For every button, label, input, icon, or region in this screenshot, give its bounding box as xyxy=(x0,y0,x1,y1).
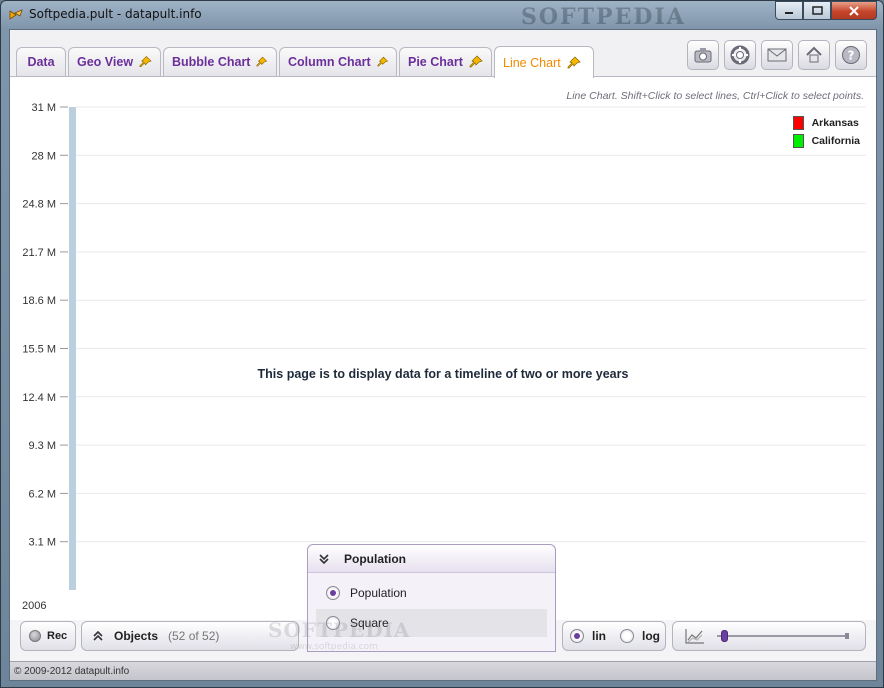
indicator-popup: Population Population Square xyxy=(307,544,556,652)
y-tick-label: 9.3 M xyxy=(28,440,56,452)
tab-data[interactable]: Data xyxy=(16,47,66,76)
chart-legend: Arkansas California xyxy=(792,114,860,150)
popup-title: Population xyxy=(344,551,406,566)
pin-icon[interactable] xyxy=(469,55,483,69)
pin-icon[interactable] xyxy=(377,55,388,69)
app-window: Softpedia.pult - datapult.info SOFTPEDIA… xyxy=(0,0,884,688)
y-axis-bar xyxy=(69,107,76,590)
maximize-button[interactable] xyxy=(803,1,831,20)
help-button[interactable]: ? xyxy=(835,40,867,70)
minimize-icon xyxy=(785,11,793,14)
chart-canvas[interactable]: 31 M 28 M 24.8 M 21.7 M 18.6 M 15.5 M 12.4 M 9.… xyxy=(10,77,876,620)
tab-label: Column Chart xyxy=(288,55,371,69)
tab-label: Data xyxy=(27,55,55,69)
timeline-control xyxy=(672,621,866,651)
radio-square[interactable] xyxy=(326,616,340,630)
legend-swatch xyxy=(792,116,804,130)
y-tick-label: 31 M xyxy=(32,102,56,114)
close-button[interactable] xyxy=(831,1,877,20)
objects-selector[interactable]: Objects (52 of 52) xyxy=(81,621,299,651)
screenshot-button[interactable] xyxy=(687,40,719,70)
pin-icon[interactable] xyxy=(567,56,581,70)
line-chart-icon[interactable] xyxy=(685,628,705,644)
client-area: Data Geo View Bubble Chart Column Chart … xyxy=(9,29,877,681)
window-title: Softpedia.pult - datapult.info xyxy=(29,7,202,21)
tab-label: Line Chart xyxy=(503,55,561,70)
y-tick-label: 6.2 M xyxy=(28,488,56,500)
record-icon xyxy=(29,630,41,642)
chevron-up-double-icon xyxy=(93,631,103,641)
email-button[interactable] xyxy=(761,40,793,70)
envelope-icon xyxy=(767,48,787,62)
option-label: Population xyxy=(350,586,407,600)
tab-line-chart[interactable]: Line Chart xyxy=(494,46,594,78)
legend-item-arkansas[interactable]: Arkansas xyxy=(792,114,860,132)
chevron-down-double-icon xyxy=(319,553,329,564)
scale-lin-label[interactable]: lin xyxy=(592,629,606,643)
tab-bubble-chart[interactable]: Bubble Chart xyxy=(163,47,277,76)
popup-header[interactable]: Population xyxy=(308,545,555,573)
objects-label: Objects xyxy=(114,629,159,643)
home-icon xyxy=(806,46,822,63)
x-tick-label: 2006 xyxy=(22,600,46,612)
tab-geo-view[interactable]: Geo View xyxy=(68,47,161,76)
y-tick-label: 24.8 M xyxy=(22,199,56,211)
home-button[interactable] xyxy=(798,40,830,70)
tab-column-chart[interactable]: Column Chart xyxy=(279,47,397,76)
support-button[interactable] xyxy=(724,40,756,70)
y-tick-label: 12.4 M xyxy=(22,392,56,404)
radio-population[interactable] xyxy=(326,586,340,600)
option-population[interactable]: Population xyxy=(316,579,547,607)
scale-selector: lin log xyxy=(562,621,666,651)
maximize-icon xyxy=(811,6,823,15)
title-bar: Softpedia.pult - datapult.info SOFTPEDIA xyxy=(1,1,883,30)
window-controls xyxy=(775,1,877,20)
scale-log-label[interactable]: log xyxy=(642,629,660,643)
help-icon: ? xyxy=(842,46,860,64)
y-tick-label: 15.5 M xyxy=(22,344,56,356)
lifebuoy-icon xyxy=(730,45,750,65)
app-icon xyxy=(9,9,23,20)
camera-icon xyxy=(694,48,712,63)
tab-bar: Data Geo View Bubble Chart Column Chart … xyxy=(10,30,876,78)
objects-count: (52 of 52) xyxy=(168,629,220,643)
slider-start-handle[interactable] xyxy=(721,630,728,642)
line-chart[interactable]: 31 M 28 M 24.8 M 21.7 M 18.6 M 15.5 M 12.4 M 9.… xyxy=(10,77,876,620)
footer-bar: © 2009-2012 datapult.info xyxy=(10,661,876,680)
y-tick-label: 28 M xyxy=(32,150,56,162)
rec-label: Rec xyxy=(47,630,68,642)
tab-pie-chart[interactable]: Pie Chart xyxy=(399,47,492,76)
svg-text:?: ? xyxy=(848,49,855,63)
legend-swatch xyxy=(792,134,804,148)
y-tick-label: 21.7 M xyxy=(22,247,56,259)
chart-hint: Line Chart. Shift+Click to select lines,… xyxy=(566,90,864,102)
slider-end-handle[interactable] xyxy=(845,633,849,639)
option-square[interactable]: Square xyxy=(316,609,547,637)
timeline-slider[interactable] xyxy=(717,630,849,642)
rec-button[interactable]: Rec xyxy=(20,621,76,651)
watermark-logo: SOFTPEDIA xyxy=(521,4,686,30)
legend-item-california[interactable]: California xyxy=(792,132,860,150)
radio-log[interactable] xyxy=(620,629,634,643)
tab-label: Geo View xyxy=(77,55,134,69)
minimize-button[interactable] xyxy=(775,1,803,20)
legend-label: Arkansas xyxy=(811,117,859,129)
tab-label: Bubble Chart xyxy=(172,55,251,69)
copyright-text: © 2009-2012 datapult.info xyxy=(14,665,130,677)
pin-icon[interactable] xyxy=(139,55,152,69)
y-tick-label: 3.1 M xyxy=(28,537,56,549)
tab-label: Pie Chart xyxy=(408,55,463,69)
radio-lin[interactable] xyxy=(570,629,584,643)
y-tick-label: 18.6 M xyxy=(22,295,56,307)
chart-message: This page is to display data for a timel… xyxy=(257,367,629,381)
slider-track xyxy=(717,635,849,637)
pin-icon[interactable] xyxy=(256,55,268,69)
close-icon xyxy=(849,5,859,16)
option-label: Square xyxy=(350,616,389,630)
legend-label: California xyxy=(811,135,860,147)
